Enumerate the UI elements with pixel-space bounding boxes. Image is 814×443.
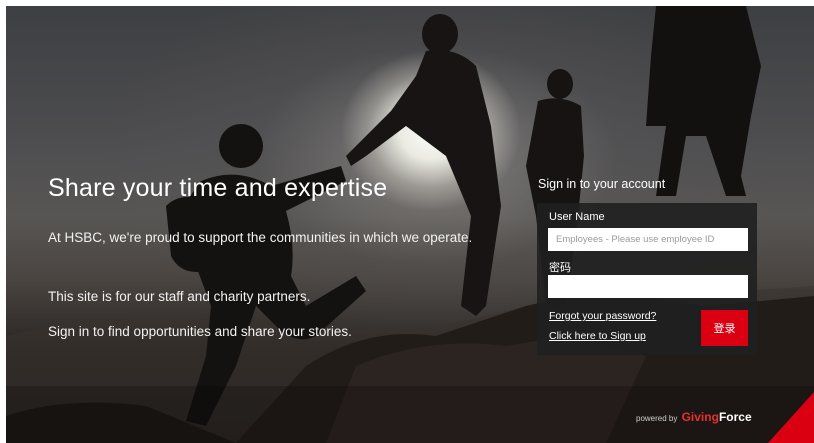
givingforce-logo: GivingForce	[682, 410, 752, 424]
hero-paragraph-audience: This site is for our staff and charity p…	[48, 289, 311, 304]
powered-by-footer: powered by GivingForce	[636, 410, 752, 424]
powered-by-text: powered by	[636, 414, 678, 423]
login-button[interactable]: 登录	[701, 310, 748, 346]
hero-headline: Share your time and expertise	[48, 174, 388, 202]
hero-paragraph-cta: Sign in to find opportunities and share …	[48, 324, 352, 339]
forgot-password-link[interactable]: Forgot your password?	[549, 310, 656, 322]
hero-paragraph-support: At HSBC, we're proud to support the comm…	[48, 230, 473, 245]
hero-background: Share your time and expertise At HSBC, w…	[6, 6, 814, 443]
password-input[interactable]	[548, 275, 748, 298]
signin-title: Sign in to your account	[538, 177, 666, 191]
hsbc-corner-triangle-icon	[768, 392, 814, 443]
signup-link[interactable]: Click here to Sign up	[549, 330, 646, 342]
signin-panel: User Name 密码 Forgot your password? Click…	[537, 203, 757, 355]
username-label: User Name	[549, 211, 605, 223]
username-input[interactable]	[548, 228, 748, 251]
password-label: 密码	[549, 262, 571, 274]
brand-giving: Giving	[681, 410, 719, 424]
brand-force: Force	[718, 410, 752, 424]
